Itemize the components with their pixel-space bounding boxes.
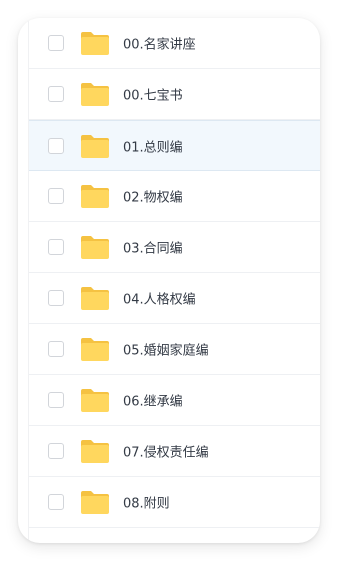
select-checkbox[interactable] <box>48 494 64 510</box>
folder-name[interactable]: 02.物权编 <box>123 187 183 206</box>
select-checkbox[interactable] <box>48 239 64 255</box>
select-checkbox[interactable] <box>48 443 64 459</box>
file-row[interactable]: 08.附则 <box>29 477 320 528</box>
folder-icon <box>81 185 109 208</box>
file-row[interactable]: 03.合同编 <box>29 222 320 273</box>
file-row[interactable]: 02.物权编 <box>29 171 320 222</box>
folder-name[interactable]: 08.附则 <box>123 493 170 512</box>
file-row[interactable]: 00.七宝书 <box>29 69 320 120</box>
folder-icon <box>81 491 109 514</box>
file-list-card: 00.名家讲座 00.七宝书 01.总则编 02.物权编 03.合同编 04.人… <box>18 18 320 543</box>
folder-icon <box>81 83 109 106</box>
folder-icon <box>81 134 109 158</box>
file-row[interactable]: 05.婚姻家庭编 <box>29 324 320 375</box>
select-checkbox[interactable] <box>48 86 64 102</box>
folder-name[interactable]: 06.继承编 <box>123 391 183 410</box>
file-row[interactable]: 01.总则编 <box>29 120 320 171</box>
folder-name[interactable]: 05.婚姻家庭编 <box>123 340 209 359</box>
select-checkbox[interactable] <box>48 188 64 204</box>
file-row[interactable]: 04.人格权编 <box>29 273 320 324</box>
folder-name[interactable]: 01.总则编 <box>123 136 183 155</box>
folder-icon <box>81 440 109 463</box>
folder-name[interactable]: 00.七宝书 <box>123 85 183 104</box>
folder-icon <box>81 236 109 259</box>
folder-icon <box>81 338 109 361</box>
select-checkbox[interactable] <box>48 137 64 154</box>
folder-name[interactable]: 07.侵权责任编 <box>123 442 209 461</box>
folder-name[interactable]: 00.名家讲座 <box>123 34 196 53</box>
folder-icon <box>81 32 109 55</box>
folder-name[interactable]: 04.人格权编 <box>123 289 196 308</box>
select-checkbox[interactable] <box>48 290 64 306</box>
file-list: 00.名家讲座 00.七宝书 01.总则编 02.物权编 03.合同编 04.人… <box>28 18 320 543</box>
folder-icon <box>81 287 109 310</box>
select-checkbox[interactable] <box>48 392 64 408</box>
file-row[interactable]: 07.侵权责任编 <box>29 426 320 477</box>
file-row[interactable]: 06.继承编 <box>29 375 320 426</box>
select-checkbox[interactable] <box>48 341 64 357</box>
folder-name[interactable]: 03.合同编 <box>123 238 183 257</box>
select-checkbox[interactable] <box>48 35 64 51</box>
folder-icon <box>81 389 109 412</box>
file-row[interactable]: 00.名家讲座 <box>29 18 320 69</box>
